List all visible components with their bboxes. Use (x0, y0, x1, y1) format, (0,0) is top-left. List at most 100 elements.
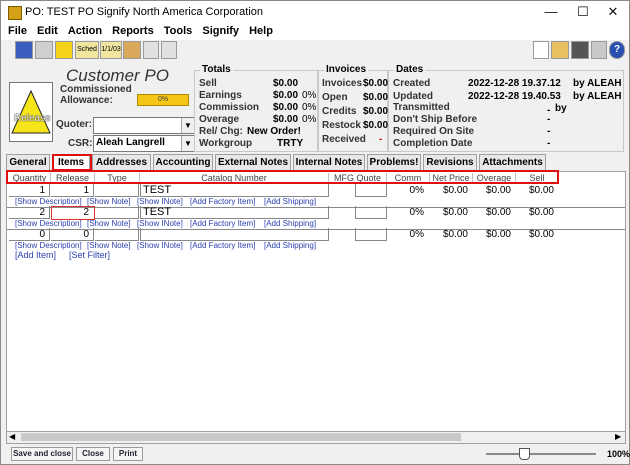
col-quantity[interactable]: Quantity (9, 173, 51, 184)
catalog-input[interactable] (140, 228, 329, 241)
show-note-link[interactable]: [Show Note] (87, 241, 131, 250)
menu-action[interactable]: Action (68, 25, 102, 37)
menu-file[interactable]: File (8, 25, 27, 37)
chevron-down-icon[interactable]: ▼ (181, 136, 194, 151)
add-shipping-link[interactable]: [Add Shipping] (264, 219, 316, 228)
save-icon[interactable] (15, 41, 33, 59)
tab-internal-notes[interactable]: Internal Notes (293, 154, 365, 170)
tab-revisions[interactable]: Revisions (423, 154, 477, 170)
tab-items[interactable]: Items (52, 154, 90, 171)
col-comm[interactable]: Comm (387, 173, 430, 184)
sched-button[interactable]: Sched (75, 41, 99, 59)
phone-icon[interactable] (571, 41, 589, 59)
page-icon[interactable] (161, 41, 177, 59)
show-note-link[interactable]: [Show Note] (87, 197, 131, 206)
close-window-button[interactable]: ✕ (597, 3, 629, 21)
minimize-button[interactable]: — (535, 3, 567, 21)
tab-general[interactable]: General (6, 154, 50, 170)
tab-accounting[interactable]: Accounting (153, 154, 213, 170)
col-overage[interactable]: Overage (473, 173, 516, 184)
close-button[interactable]: Close (76, 447, 110, 461)
net-price-value: $0.00 (442, 207, 468, 218)
zoom-slider-track[interactable] (486, 453, 596, 455)
print-button[interactable]: Print (113, 447, 143, 461)
title-bar: PO: TEST PO Signify North America Corpor… (1, 1, 629, 23)
help-icon[interactable]: ? (609, 41, 625, 59)
dropdown-icon[interactable] (533, 41, 549, 59)
add-factory-item-link[interactable]: [Add Factory Item] (190, 197, 255, 206)
tab-external-notes[interactable]: External Notes (215, 154, 291, 170)
mfg-quote-input[interactable] (355, 228, 387, 241)
invoices-group: Invoices Invoices $0.00 Open $0.00 Credi… (318, 64, 388, 152)
col-mfg-quote[interactable]: MFG Quote (329, 173, 387, 184)
chevron-down-icon[interactable]: ▼ (181, 118, 194, 133)
po-header: Release Customer PO Commissioned Allowan… (4, 61, 626, 154)
horizontal-scrollbar[interactable]: ◀ ▶ (6, 431, 626, 444)
show-description-link[interactable]: [Show Description] (15, 241, 82, 250)
tab-addresses[interactable]: Addresses (92, 154, 151, 170)
type-input[interactable] (95, 228, 139, 241)
csr-label: CSR: (68, 138, 93, 149)
scroll-right-icon[interactable]: ▶ (615, 432, 621, 441)
col-sell[interactable]: Sell (516, 173, 558, 184)
menu-reports[interactable]: Reports (112, 25, 154, 37)
copy-icon[interactable] (123, 41, 141, 59)
document-icon[interactable] (143, 41, 159, 59)
show-description-link[interactable]: [Show Description] (15, 197, 82, 206)
col-catalog-number[interactable]: Catalog Number (140, 173, 329, 184)
col-net-price[interactable]: Net Price (430, 173, 473, 184)
overage-value: $0.00 (485, 229, 511, 240)
set-filter-link[interactable]: [Set Filter] (69, 250, 110, 260)
show-note-link[interactable]: [Show Note] (87, 219, 131, 228)
show-inote-link[interactable]: [Show INote] (137, 197, 183, 206)
comm-value: 0% (409, 229, 424, 240)
mfg-quote-input[interactable] (355, 184, 387, 197)
warning-icon[interactable] (55, 41, 73, 59)
tab-problems[interactable]: Problems! (367, 154, 421, 170)
scroll-left-icon[interactable]: ◀ (9, 432, 15, 441)
release-label: Release (14, 113, 51, 124)
date-button[interactable]: 1/1/03 (100, 41, 122, 59)
overage-value: $0.00 (485, 207, 511, 218)
release-button[interactable]: Release (9, 82, 53, 142)
show-inote-link[interactable]: [Show INote] (137, 219, 183, 228)
save-and-close-button[interactable]: Save and close (11, 447, 73, 461)
overage-value: $0.00 (485, 185, 511, 196)
add-shipping-link[interactable]: [Add Shipping] (264, 197, 316, 206)
created-by: by ALEAH (573, 78, 622, 89)
col-release[interactable]: Release (51, 173, 95, 184)
quoter-select[interactable]: ▼ (93, 117, 195, 134)
add-factory-item-link[interactable]: [Add Factory Item] (190, 219, 255, 228)
catalog-value: TEST (143, 184, 172, 196)
type-input[interactable] (95, 206, 139, 219)
totals-commission-label: Commission (199, 102, 260, 113)
created-label: Created (393, 78, 431, 89)
menu-help[interactable]: Help (249, 25, 273, 37)
maximize-button[interactable]: ☐ (567, 3, 599, 21)
type-input[interactable] (95, 184, 139, 197)
menu-signify[interactable]: Signify (202, 25, 239, 37)
relchg-label: Rel/ Chg: (199, 126, 243, 137)
totals-earnings-label: Earnings (199, 90, 242, 101)
col-type[interactable]: Type (95, 173, 140, 184)
csr-select[interactable]: Aleah Langrell ▼ (93, 135, 195, 152)
created-value: 2022-12-28 19.37.12 (468, 78, 561, 89)
show-description-link[interactable]: [Show Description] (15, 219, 82, 228)
mfg-quote-input[interactable] (355, 206, 387, 219)
restock-label: Restock (322, 120, 361, 131)
menu-edit[interactable]: Edit (37, 25, 58, 37)
panel-icon[interactable] (591, 41, 607, 59)
invoices-label: Invoices (322, 78, 363, 89)
fax-icon[interactable] (35, 41, 53, 59)
add-item-link[interactable]: [Add Item] (15, 250, 56, 260)
menu-tools[interactable]: Tools (164, 25, 193, 37)
folder-icon[interactable] (551, 41, 569, 59)
scroll-thumb[interactable] (21, 433, 461, 441)
add-factory-item-link[interactable]: [Add Factory Item] (190, 241, 255, 250)
add-shipping-link[interactable]: [Add Shipping] (264, 241, 316, 250)
tab-attachments[interactable]: Attachments (479, 154, 546, 170)
zoom-slider-thumb[interactable] (519, 448, 530, 460)
net-price-value: $0.00 (442, 185, 468, 196)
updated-label: Updated (393, 91, 433, 102)
show-inote-link[interactable]: [Show INote] (137, 241, 183, 250)
